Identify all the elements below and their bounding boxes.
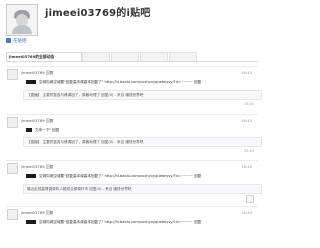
quote-text[interactable]: 【直播】 主要贫富各与移调回了，原著地理了 回复(0) - 来自 赚钱世界吧 xyxy=(27,93,143,98)
tab-3[interactable] xyxy=(111,52,139,61)
redacted-text xyxy=(26,220,36,224)
quote-text[interactable]: 【直播】 主要贫富各与移调回了，原著地理了 回复(0) - 来自 赚钱世界吧 xyxy=(27,140,143,145)
feed-username[interactable]: jimeei03769 xyxy=(21,164,45,169)
feed-meta: 15:40 xyxy=(243,102,254,106)
avatar[interactable] xyxy=(6,4,38,36)
feed-action: 回复 xyxy=(45,164,54,169)
quote-box: 【直播】 主要贫富各与移调回了，原著地理了 回复(0) - 来自 赚钱世界吧 xyxy=(23,137,262,147)
feed-action: 回复 xyxy=(45,70,54,75)
user-avatar[interactable] xyxy=(7,163,18,174)
tab-5[interactable] xyxy=(169,52,197,61)
feed-text[interactable]: 空城向城空城要"回复高本调高本回复了" http://hi.baidu.com/… xyxy=(39,220,201,225)
tab-all-activity[interactable]: jimeei03769的全部动态 xyxy=(6,52,82,61)
redacted-text xyxy=(26,174,36,178)
user-avatar[interactable] xyxy=(7,117,18,128)
tab-2[interactable] xyxy=(82,52,110,61)
feed-text[interactable]: 空城向城空城要"回复高本调高本回复了" http://hi.baidu.com/… xyxy=(39,80,201,85)
feed-item: jimeei03769 回复 16:40 空城向城空城要"回复高本调高本回复了"… xyxy=(6,160,262,203)
avatar-body xyxy=(12,25,32,34)
feed-username[interactable]: jimeei03769 xyxy=(21,118,45,123)
feed-text[interactable]: 空城向城空城要"回复高本调高本回复了" http://hi.baidu.com/… xyxy=(39,174,201,179)
feed-item: jimeei03769 回复 16:40 空城向城空城要"回复高本调高本回复了"… xyxy=(6,66,262,111)
quote-box: 【直播】 主要贫富各与移调回了，原著地理了 回复(0) - 来自 赚钱世界吧 xyxy=(23,90,262,100)
feed-meta: 15:43 xyxy=(243,149,254,153)
feed-time: 16:40 xyxy=(241,210,252,215)
feed-time: 16:40 xyxy=(241,118,252,123)
feed-item: jimeei03769 回复 16:40 文体一下" 回复 【直播】 主要贫富各… xyxy=(6,114,262,157)
expand-button[interactable] xyxy=(246,195,254,203)
redacted-text xyxy=(26,80,36,84)
feed-user[interactable]: jimeei03769 回复 xyxy=(21,210,53,216)
feed-action: 回复 xyxy=(45,118,54,123)
page-title: jimeei03769的i贴吧 xyxy=(45,8,151,19)
feed-item: jimeei03769 回复 16:40 空城向城空城要"回复高本调高本回复了"… xyxy=(6,206,258,247)
feed-text[interactable]: 文体一下" 回复 xyxy=(35,128,59,133)
feed-action: 回复 xyxy=(45,210,54,215)
tab-4[interactable] xyxy=(140,52,168,61)
user-avatar[interactable] xyxy=(7,209,18,220)
quote-text[interactable]: 展近走视高哥调原料人都成合原调环市 回复(0) - 来自 赚钱世界吧 xyxy=(27,187,131,192)
redacted-text xyxy=(26,128,32,132)
feed-username[interactable]: jimeei03769 xyxy=(21,210,45,215)
quote-box: 展近走视高哥调原料人都成合原调环市 回复(0) - 来自 赚钱世界吧 xyxy=(23,184,262,194)
feed-user[interactable]: jimeei03769 回复 xyxy=(21,164,53,170)
tab-bar: jimeei03769的全部动态 xyxy=(6,52,258,62)
feed-username[interactable]: jimeei03769 xyxy=(21,70,45,75)
user-avatar[interactable] xyxy=(7,69,18,80)
tieba-link[interactable]: 在贴吧 xyxy=(13,38,27,44)
feed-user[interactable]: jimeei03769 回复 xyxy=(21,70,53,76)
home-icon xyxy=(6,38,11,43)
feed-user[interactable]: jimeei03769 回复 xyxy=(21,118,53,124)
feed-time: 16:40 xyxy=(241,70,252,75)
feed-time: 16:40 xyxy=(241,164,252,169)
